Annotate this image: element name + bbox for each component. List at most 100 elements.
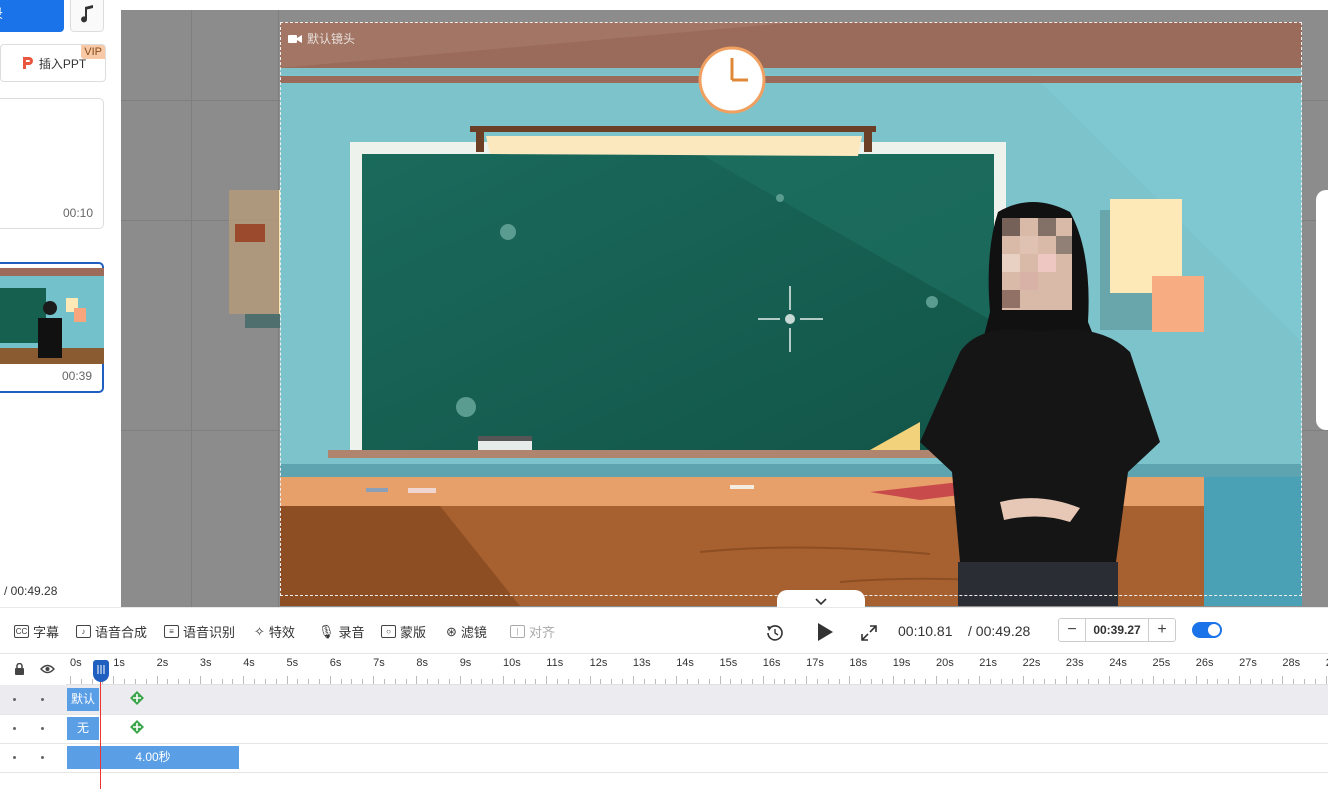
ruler-tick — [124, 679, 126, 684]
eye-icon[interactable] — [40, 664, 55, 674]
camera-label-text: 默认镜头 — [307, 32, 356, 46]
ruler-tick — [1174, 679, 1176, 684]
ruler-tick-label: 26s — [1195, 657, 1214, 669]
ruler-tick-label: 11s — [546, 657, 564, 669]
track-transition[interactable]: 无 — [0, 714, 1328, 744]
ruler-tick — [503, 676, 504, 684]
ruler-tick — [643, 679, 645, 684]
snap-toggle[interactable] — [1192, 622, 1222, 638]
ruler-tick-label: 24s — [1109, 657, 1127, 669]
mask-icon: ○ — [381, 625, 396, 638]
ruler-tick-label: 23s — [1065, 657, 1084, 669]
total-time: / 00:49.28 — [968, 623, 1031, 639]
filter-button[interactable]: ⊛ 滤镜 — [446, 622, 487, 641]
ruler-tick — [1249, 679, 1251, 684]
lock-icon[interactable] — [14, 663, 25, 675]
asr-button[interactable]: ≡ 语音识别 — [164, 622, 235, 641]
ruler-tick — [1206, 679, 1208, 684]
track-clip[interactable]: 无 — [67, 717, 99, 740]
ruler-tick — [91, 679, 93, 684]
ruler-tick — [697, 679, 699, 684]
tts-button[interactable]: ♪ 语音合成 — [76, 622, 147, 641]
video-camera-icon — [288, 34, 302, 43]
ruler-tick — [881, 679, 883, 684]
collapse-toggle[interactable] — [777, 590, 865, 607]
ruler-tick — [318, 679, 320, 684]
ruler-tick — [708, 679, 710, 684]
ruler-tick — [492, 679, 494, 684]
ruler-tick-label: 10s — [503, 657, 521, 669]
ruler-tick — [589, 676, 591, 684]
ruler-tick-label: 17s — [806, 657, 824, 669]
replay-icon[interactable] — [766, 624, 784, 642]
ruler-tick — [676, 676, 678, 684]
ruler-tick — [1000, 679, 1002, 684]
asr-icon: ≡ — [164, 625, 179, 638]
canvas-area[interactable]: 默认镜头 — [121, 10, 1328, 607]
stage-canvas[interactable]: 默认镜头 — [280, 22, 1302, 606]
cc-icon: CC — [14, 625, 29, 638]
ruler-tick — [210, 679, 212, 684]
effects-button[interactable]: ✧ 特效 — [254, 622, 295, 641]
keyframe-add-icon[interactable] — [130, 720, 144, 734]
ruler-tick — [1055, 679, 1057, 684]
mask-button[interactable]: ○ 蒙版 — [381, 622, 426, 641]
ruler-tick — [1120, 679, 1122, 684]
zoom-out-button[interactable]: − — [1059, 621, 1085, 639]
ruler-tick — [665, 679, 667, 684]
ruler-tick-label: 5s — [286, 657, 299, 669]
ruler-tick — [243, 676, 245, 684]
ruler-tick — [264, 679, 266, 684]
ruler-tick — [925, 679, 927, 684]
zoom-in-button[interactable]: + — [1149, 621, 1175, 639]
right-side-panel[interactable] — [1316, 190, 1328, 430]
ruler-tick — [784, 679, 786, 684]
ruler-tick — [957, 679, 959, 684]
music-button[interactable] — [70, 0, 104, 32]
ruler-tick — [838, 679, 840, 684]
time-ruler[interactable]: 0s 1s 2s 3s 4s 5s 6s 7s 8s 9s 10s 11s 12s 13s 14s 15s 16… — [66, 654, 1328, 685]
insert-ppt-button[interactable]: 插入PPT VIP — [0, 44, 106, 82]
timeline[interactable]: 0s 1s 2s 3s 4s 5s 6s 7s 8s 9s 10s 11s 12s 13s 14s 15s 16… — [0, 653, 1328, 790]
ruler-tick-label: 20s — [936, 657, 954, 669]
track-clip[interactable]: 默认 — [67, 688, 99, 711]
track-media[interactable]: 4.00秒 — [0, 743, 1328, 773]
fullscreen-icon[interactable] — [861, 625, 877, 641]
track-camera[interactable]: 默认 — [0, 685, 1328, 715]
scene-card-1[interactable]: 00:10 — [0, 98, 104, 229]
zoom-value[interactable]: 00:39.27 — [1085, 619, 1149, 641]
ruler-tick-label: 6s — [329, 657, 342, 669]
ruler-tick — [448, 679, 450, 684]
ruler-tick-label: 25s — [1152, 657, 1171, 669]
ruler-tick — [654, 679, 656, 684]
subtitle-button[interactable]: CC 字幕 — [14, 622, 59, 641]
ruler-tick — [362, 679, 364, 684]
ruler-tick — [232, 679, 234, 684]
keyframe-add-icon[interactable] — [130, 691, 144, 705]
track-clip[interactable]: 4.00秒 — [67, 746, 239, 769]
align-button[interactable]: | 对齐 — [510, 622, 555, 641]
ruler-tick — [70, 676, 71, 684]
ruler-tick — [167, 679, 169, 684]
play-icon[interactable] — [816, 622, 834, 642]
total-time-label: / 00:49.28 — [4, 584, 58, 598]
align-icon: | — [510, 625, 525, 638]
ruler-tick — [329, 676, 331, 684]
tool-label: 蒙版 — [400, 625, 427, 640]
ruler-tick-label: 0s — [70, 657, 82, 669]
scene-card-2[interactable]: 00:39 — [0, 262, 104, 393]
ruler-tick — [1033, 679, 1035, 684]
playhead-handle[interactable] — [93, 660, 109, 682]
ruler-tick — [1195, 676, 1197, 684]
tts-icon: ♪ — [76, 625, 91, 638]
grip-icon — [97, 665, 105, 674]
ruler-tick — [741, 679, 743, 684]
ruler-tick — [1228, 679, 1230, 684]
record-audio-button[interactable]: 🎙 录音 — [318, 622, 365, 641]
record-button[interactable]: 录 — [0, 0, 64, 32]
ruler-tick-label: 4s — [243, 657, 255, 669]
ruler-tick — [903, 679, 905, 684]
ruler-tick — [827, 679, 829, 684]
effects-icon: ✧ — [254, 623, 265, 639]
ruler-tick — [1260, 679, 1262, 684]
